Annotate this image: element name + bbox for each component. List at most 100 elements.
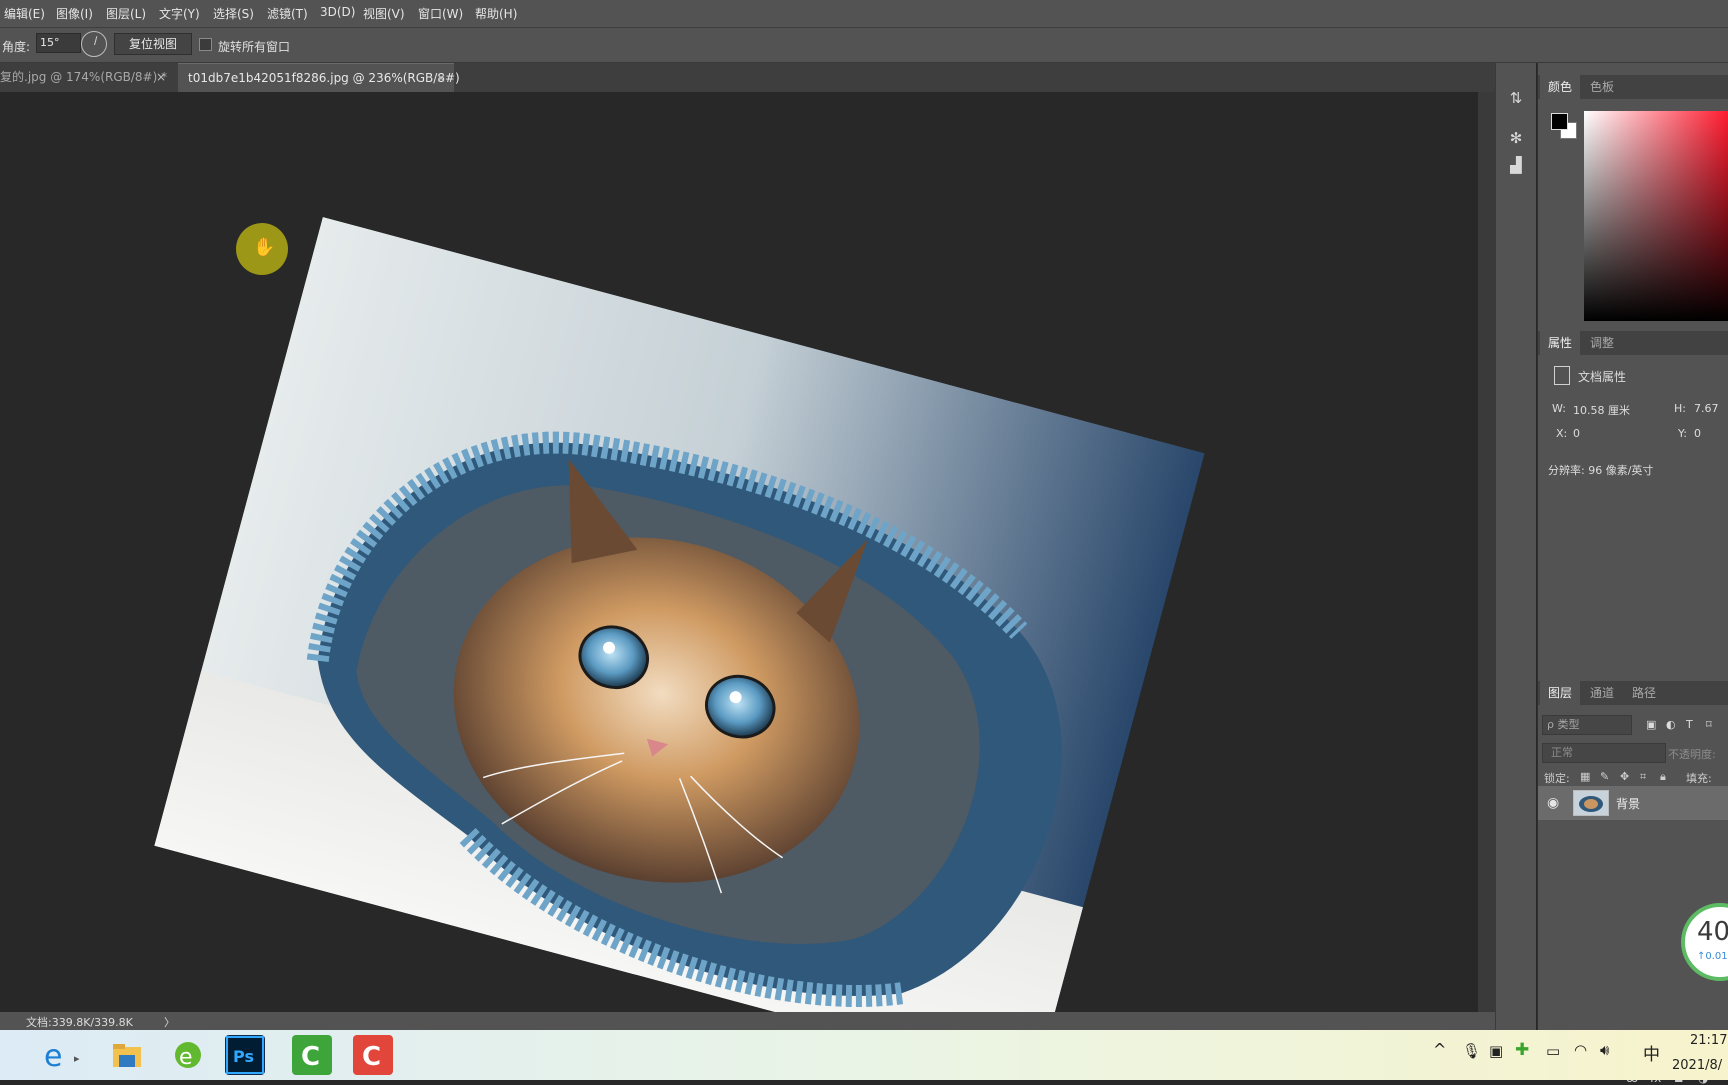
photoshop-icon[interactable]: Ps	[225, 1035, 265, 1075]
history-icon[interactable]: ⇅	[1506, 88, 1526, 108]
layer-thumbnail	[1573, 790, 1609, 816]
tab-label: t01db7e1b42051f8286.jpg @ 236%(RGB/8#)	[188, 71, 460, 85]
opacity-label: 不透明度:	[1668, 748, 1716, 761]
svg-text:e: e	[44, 1039, 62, 1074]
right-panels: 颜色 色板 属性 调整 文档属性 W: 10.58 厘米 H: 7.67 X: …	[1537, 63, 1728, 1085]
layers-panel-tabs: 图层 通道 路径	[1538, 681, 1728, 705]
properties-panel-tabs: 属性 调整	[1538, 331, 1728, 355]
visibility-eye-icon[interactable]: ◉	[1547, 795, 1559, 811]
menu-bar: 编辑(E) 图像(I) 图层(L) 文字(Y) 选择(S) 滤镜(T) 3D(D…	[0, 0, 1728, 28]
y-label: Y:	[1678, 427, 1687, 440]
document-canvas[interactable]	[0, 92, 1478, 1012]
panel-icon-strip: ⇅ ✻ ▟	[1495, 63, 1536, 1030]
brush-settings-icon[interactable]: ✻	[1506, 128, 1526, 148]
tab-document-1[interactable]: 复的.jpg @ 174%(RGB/8#) * ×	[0, 63, 174, 92]
x-value: 0	[1573, 427, 1580, 440]
tab-channels[interactable]: 通道	[1582, 681, 1622, 705]
canvas-scrollbar[interactable]	[1478, 92, 1495, 1012]
hand-icon: ✋	[253, 237, 276, 258]
lock-artboard-icon[interactable]: ⌗	[1640, 770, 1646, 784]
y-value: 0	[1694, 427, 1701, 440]
close-icon[interactable]: ×	[156, 63, 166, 91]
document-icon	[1554, 366, 1570, 385]
tab-layers[interactable]: 图层	[1540, 681, 1581, 705]
menu-help[interactable]: 帮助(H)	[475, 5, 517, 22]
doc-props-title: 文档属性	[1578, 370, 1627, 384]
filter-pixel-icon[interactable]: ▣	[1646, 718, 1656, 731]
battery-icon[interactable]: ▭	[1546, 1042, 1560, 1060]
menu-filter[interactable]: 滤镜(T)	[267, 5, 308, 22]
h-value: 7.67	[1694, 402, 1719, 415]
tab-document-2[interactable]: t01db7e1b42051f8286.jpg @ 236%(RGB/8#) ×	[178, 63, 460, 93]
file-explorer-icon[interactable]	[107, 1035, 147, 1075]
lock-label: 锁定:	[1544, 772, 1570, 785]
fill-label: 填充:	[1686, 772, 1712, 785]
resolution: 分辨率: 96 像素/英寸	[1548, 464, 1654, 477]
close-icon[interactable]: ×	[436, 64, 446, 92]
browser-icon[interactable]: e	[168, 1035, 208, 1075]
document-tab-bar: 复的.jpg @ 174%(RGB/8#) * × t01db7e1b42051…	[0, 63, 1495, 93]
w-value: 10.58 厘米	[1573, 404, 1630, 417]
show-hidden-icons-icon[interactable]: ^	[1433, 1040, 1446, 1059]
reset-view-button[interactable]: 复位视图	[114, 33, 192, 55]
status-bar: 文档:339.8K/339.8K 〉	[0, 1012, 1495, 1030]
clock-time[interactable]: 21:17	[1690, 1033, 1727, 1048]
kitten-photo	[154, 216, 1205, 1012]
svg-text:▸: ▸	[74, 1052, 80, 1065]
angle-input[interactable]: 15°	[36, 33, 81, 53]
status-menu-arrow[interactable]: 〉	[164, 1014, 175, 1030]
doc-size: 文档:339.8K/339.8K	[26, 1016, 133, 1029]
svg-text:e: e	[179, 1045, 193, 1070]
wifi-icon[interactable]: ◠	[1574, 1041, 1587, 1059]
layer-name: 背景	[1616, 797, 1641, 811]
tab-swatches[interactable]: 色板	[1582, 75, 1622, 99]
filter-shape-icon[interactable]: ⌑	[1706, 718, 1712, 731]
menu-select[interactable]: 选择(S)	[213, 5, 254, 22]
color-picker-field[interactable]	[1584, 111, 1728, 321]
camtasia-red-icon[interactable]: C	[353, 1035, 393, 1075]
perf-value: 40	[1697, 917, 1728, 947]
tab-adjustments[interactable]: 调整	[1582, 331, 1622, 355]
tab-color[interactable]: 颜色	[1540, 75, 1581, 99]
menu-view[interactable]: 视图(V)	[363, 5, 405, 22]
foreground-color-swatch[interactable]	[1551, 113, 1568, 130]
input-method[interactable]: 中	[1643, 1040, 1660, 1065]
lock-position-icon[interactable]: ✥	[1620, 770, 1629, 783]
menu-edit[interactable]: 编辑(E)	[4, 5, 45, 22]
rotate-all-windows-checkbox[interactable]	[199, 38, 212, 51]
camtasia-green-icon[interactable]: C	[292, 1035, 332, 1075]
network-monitor-icon[interactable]: ▣	[1489, 1042, 1503, 1060]
perf-sub: ↑0.01	[1697, 951, 1728, 962]
svg-text:C: C	[362, 1042, 381, 1072]
menu-3d[interactable]: 3D(D)	[320, 5, 355, 19]
layer-filter-select[interactable]: ρ 类型	[1542, 715, 1632, 735]
h-label: H:	[1674, 402, 1686, 415]
lock-transparent-icon[interactable]: ▦	[1580, 770, 1590, 783]
hand-cursor: ✋	[236, 223, 288, 275]
menu-image[interactable]: 图像(I)	[56, 5, 93, 22]
color-panel-tabs: 颜色 色板	[1538, 75, 1728, 99]
microphone-icon[interactable]: 🎙︎	[1462, 1042, 1481, 1060]
security-icon[interactable]: ✚	[1515, 1040, 1529, 1060]
blend-mode-select[interactable]: 正常	[1542, 743, 1666, 763]
volume-icon[interactable]: 🔊︎	[1600, 1041, 1609, 1059]
ie-browser-icon[interactable]: e ▸	[40, 1035, 86, 1075]
tab-paths[interactable]: 路径	[1624, 681, 1664, 705]
svg-text:C: C	[301, 1042, 320, 1072]
clock-date[interactable]: 2021/8/	[1672, 1058, 1722, 1073]
layer-row[interactable]: ◉ 背景	[1538, 786, 1728, 820]
svg-text:Ps: Ps	[233, 1047, 254, 1066]
menu-window[interactable]: 窗口(W)	[418, 5, 463, 22]
options-bar: 角度: 15° 复位视图 旋转所有窗口	[0, 28, 1728, 63]
menu-type[interactable]: 文字(Y)	[159, 5, 200, 22]
tab-properties[interactable]: 属性	[1540, 331, 1581, 355]
filter-adjust-icon[interactable]: ◐	[1666, 718, 1676, 731]
filter-type-icon[interactable]: T	[1686, 718, 1693, 731]
rotation-dial[interactable]	[81, 31, 107, 57]
lock-paint-icon[interactable]: ✎	[1600, 770, 1609, 783]
lock-all-icon[interactable]: 🔒︎	[1660, 770, 1666, 784]
menu-layer[interactable]: 图层(L)	[106, 5, 146, 22]
angle-label: 角度:	[2, 40, 31, 54]
histogram-icon[interactable]: ▟	[1506, 155, 1526, 175]
performance-widget: 40 ↑0.01	[1681, 903, 1728, 981]
